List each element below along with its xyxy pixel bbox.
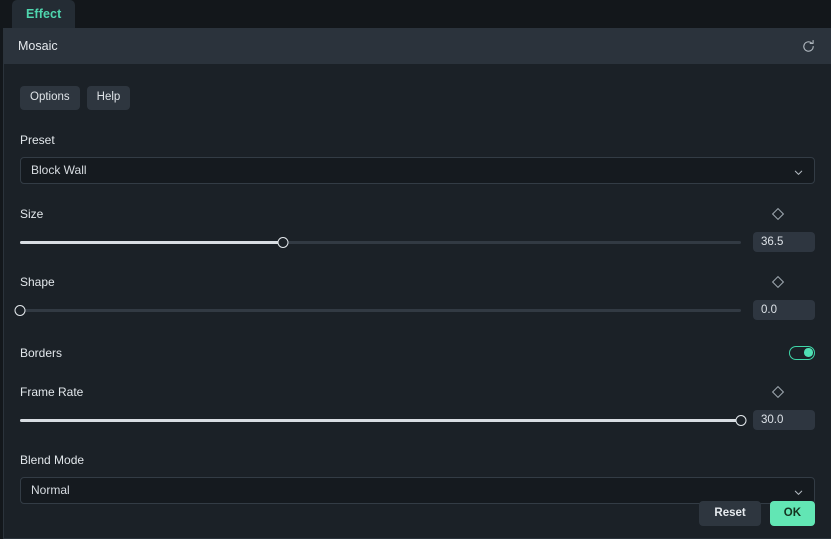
blend-mode-label: Blend Mode — [20, 452, 85, 467]
size-header: Size — [20, 206, 815, 222]
panel-body: Options Help Preset Block Wall Size 36.5… — [4, 64, 831, 504]
shape-slider-row: 0.0 — [14, 299, 815, 320]
frame-rate-label: Frame Rate — [20, 384, 84, 399]
reset-button[interactable]: Reset — [699, 501, 761, 526]
preset-value: Block Wall — [31, 163, 87, 178]
help-button[interactable]: Help — [86, 86, 131, 110]
undo-circular-arrow-icon[interactable] — [799, 37, 817, 55]
field-blend-mode: Blend Mode Normal — [20, 452, 815, 504]
size-slider-row: 36.5 — [20, 231, 815, 252]
size-slider-thumb[interactable] — [277, 236, 289, 248]
size-value-input[interactable]: 36.5 — [753, 231, 815, 252]
field-frame-rate: Frame Rate 30.0 — [20, 384, 815, 430]
panel-titlebar: Mosaic — [4, 28, 831, 64]
blend-mode-select[interactable]: Normal — [20, 476, 815, 504]
frame-rate-slider-row: 30.0 — [20, 409, 815, 430]
diamond-keyframe-icon[interactable] — [771, 207, 785, 221]
field-size: Size 36.5 — [20, 206, 815, 252]
borders-toggle[interactable] — [789, 345, 815, 360]
borders-label: Borders — [20, 345, 63, 360]
field-borders: Borders — [20, 344, 815, 362]
diamond-keyframe-icon[interactable] — [771, 385, 785, 399]
chevron-down-icon — [793, 485, 804, 496]
ok-button[interactable]: OK — [769, 501, 815, 526]
preset-label: Preset — [20, 132, 55, 147]
shape-slider-track — [20, 308, 741, 312]
diamond-keyframe-icon[interactable] — [771, 275, 785, 289]
preset-header: Preset — [20, 132, 815, 148]
tab-strip: Effect — [0, 0, 831, 28]
preset-select[interactable]: Block Wall — [20, 156, 815, 184]
panel-toolbar: Options Help — [20, 86, 815, 110]
shape-header: Shape — [20, 274, 815, 290]
dialog-footer: Reset OK — [699, 501, 815, 526]
frame-rate-slider-fill — [20, 418, 741, 422]
effect-settings-window: Effect Mosaic Options Help Preset Block … — [0, 0, 831, 539]
size-slider-fill — [20, 240, 284, 244]
blend-mode-header: Blend Mode — [20, 452, 815, 468]
size-slider[interactable] — [20, 233, 741, 251]
frame-rate-slider-thumb[interactable] — [735, 414, 747, 426]
frame-rate-slider[interactable] — [20, 411, 747, 429]
frame-rate-value-input[interactable]: 30.0 — [753, 409, 815, 430]
options-button[interactable]: Options — [20, 86, 80, 110]
shape-slider-thumb[interactable] — [14, 304, 26, 316]
borders-toggle-knob — [804, 348, 813, 357]
blend-mode-value: Normal — [31, 483, 70, 498]
chevron-down-icon — [793, 165, 804, 176]
tab-effect-label: Effect — [26, 7, 62, 21]
tab-effect[interactable]: Effect — [12, 0, 76, 28]
field-shape: Shape 0.0 — [14, 274, 815, 320]
effect-title: Mosaic — [18, 39, 58, 53]
size-label: Size — [20, 206, 44, 221]
field-preset: Preset Block Wall — [20, 132, 815, 184]
effect-panel: Mosaic Options Help Preset Block Wall Si… — [3, 28, 831, 539]
shape-label: Shape — [20, 274, 55, 289]
shape-slider[interactable] — [14, 301, 741, 319]
frame-rate-header: Frame Rate — [20, 384, 815, 400]
shape-value-input[interactable]: 0.0 — [753, 299, 815, 320]
